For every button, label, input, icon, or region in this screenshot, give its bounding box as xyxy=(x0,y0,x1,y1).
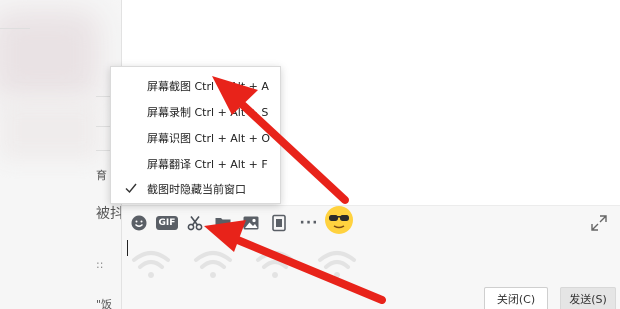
chat-window: 育 被抖 :: "饭 GIF ··· 关闭(C) 发送(S) 屏幕截图 Ctrl… xyxy=(0,0,620,309)
menu-item-screen-translate[interactable]: 屏幕翻译 Ctrl + Alt + F xyxy=(111,151,282,177)
contact-text-fragment: :: xyxy=(96,258,104,271)
image-icon[interactable] xyxy=(240,212,262,234)
contact-text-fragment: "饭 xyxy=(96,298,113,309)
screenshot-menu: 屏幕截图 Ctrl + Alt + A 屏幕录制 Ctrl + Alt + S … xyxy=(110,66,281,204)
sunglasses-emoji-icon[interactable] xyxy=(322,203,356,237)
close-button[interactable]: 关闭(C) xyxy=(484,287,548,309)
wifi-icon xyxy=(254,248,296,280)
menu-item-hide-window[interactable]: 截图时隐藏当前窗口 xyxy=(111,176,282,202)
menu-item-label: 屏幕识图 Ctrl + Alt + O xyxy=(147,132,271,145)
menu-item-label: 屏幕翻译 Ctrl + Alt + F xyxy=(147,158,268,171)
screen-record-icon[interactable] xyxy=(268,212,290,234)
emoji-icon[interactable] xyxy=(128,212,150,234)
gif-icon[interactable]: GIF xyxy=(154,212,180,234)
wifi-icon xyxy=(316,248,358,280)
menu-item-label: 屏幕录制 Ctrl + Alt + S xyxy=(147,106,269,119)
contact-text-fragment: 育 xyxy=(96,169,107,182)
checkmark-icon xyxy=(125,183,137,194)
divider xyxy=(0,28,30,29)
more-icon[interactable]: ··· xyxy=(298,212,320,234)
gif-label: GIF xyxy=(155,216,179,230)
menu-item-screenshot[interactable]: 屏幕截图 Ctrl + Alt + A xyxy=(111,73,282,99)
menu-item-screen-ocr[interactable]: 屏幕识图 Ctrl + Alt + O xyxy=(111,125,282,151)
folder-icon[interactable] xyxy=(212,212,234,234)
menu-item-label: 屏幕截图 Ctrl + Alt + A xyxy=(147,80,269,93)
contact-text-fragment: 被抖 xyxy=(96,206,122,222)
contact-list-panel: 育 被抖 :: "饭 xyxy=(0,0,122,309)
blurred-region xyxy=(0,10,100,100)
send-button[interactable]: 发送(S) xyxy=(560,287,616,309)
wifi-icon xyxy=(192,248,234,280)
expand-icon[interactable] xyxy=(590,214,608,232)
text-cursor xyxy=(127,240,128,256)
menu-item-label: 截图时隐藏当前窗口 xyxy=(147,183,246,196)
scissors-icon[interactable] xyxy=(184,212,206,234)
wifi-icon xyxy=(130,248,172,280)
menu-item-screen-record[interactable]: 屏幕录制 Ctrl + Alt + S xyxy=(111,99,282,125)
blurred-region xyxy=(0,100,100,160)
